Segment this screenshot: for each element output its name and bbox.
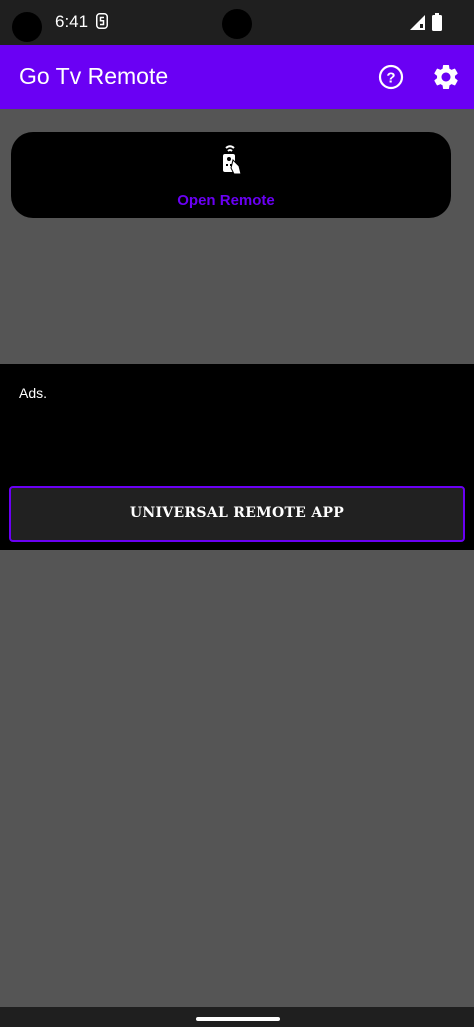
open-remote-button[interactable]: Open Remote	[11, 132, 451, 218]
app-screen: 6:41 Go Tv Remote ? Open Remote Ads. UNI…	[0, 0, 474, 1027]
camera-cutout-left	[12, 12, 42, 42]
notification-s-icon	[96, 13, 108, 34]
status-bar: 6:41	[0, 0, 474, 45]
settings-gear-icon[interactable]	[431, 62, 461, 92]
home-gesture-handle[interactable]	[196, 1017, 280, 1021]
ads-label: Ads.	[19, 385, 48, 401]
app-title: Go Tv Remote	[19, 63, 169, 89]
battery-icon	[432, 13, 442, 36]
signal-icon	[410, 15, 426, 35]
navigation-bar	[0, 1007, 474, 1027]
open-remote-label: Open Remote	[177, 192, 275, 209]
app-bar: Go Tv Remote ?	[0, 45, 474, 109]
help-icon[interactable]: ?	[376, 62, 406, 92]
svg-text:?: ?	[386, 70, 395, 87]
status-time: 6:41	[55, 12, 89, 31]
ad-button-label: UNIVERSAL REMOTE APP	[129, 505, 345, 521]
universal-remote-app-ad-button[interactable]: UNIVERSAL REMOTE APP	[9, 486, 465, 542]
remote-control-icon	[217, 144, 247, 176]
ads-section: Ads. UNIVERSAL REMOTE APP	[0, 364, 474, 550]
camera-cutout	[222, 9, 252, 39]
